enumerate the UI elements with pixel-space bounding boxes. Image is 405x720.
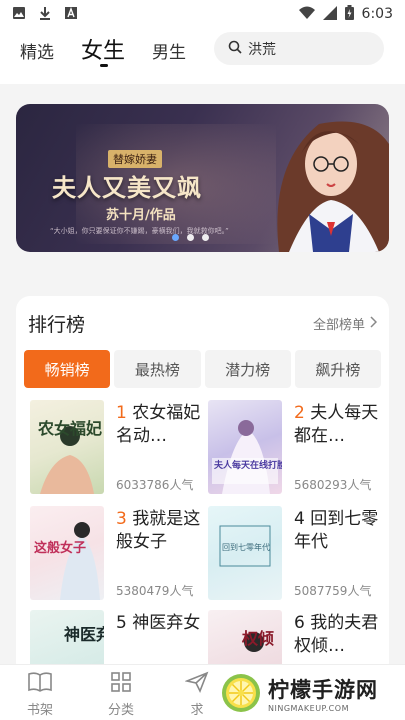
nav-request[interactable]: 求 [172, 671, 222, 718]
ranking-tabs: 畅销榜 最热榜 潜力榜 飙升榜 [24, 350, 381, 388]
cover-title: 权倾 [241, 629, 274, 648]
font-icon [64, 5, 78, 24]
cover-title: 夫人每天在线打脸 [214, 459, 282, 471]
tab-potential[interactable]: 潜力榜 [204, 350, 291, 388]
book-title: 6 我的夫君权倾… [294, 612, 384, 658]
book-title: 1 农女福妃名动… [116, 402, 206, 448]
pagination-dot[interactable] [202, 234, 209, 241]
ranking-title: 排行榜 [28, 314, 86, 336]
banner-title: 夫人又美又飒 [52, 173, 202, 202]
watermark-url: NINGMAKEUP.COM [268, 703, 349, 713]
book-rank: 4 [294, 509, 305, 529]
nav-label: 求 [190, 703, 204, 718]
book-title: 4 回到七零年代 [294, 508, 384, 554]
book-item[interactable]: 回到七零年代 4 回到七零年代 5087759人气 [208, 506, 383, 606]
tab-rising[interactable]: 飙升榜 [294, 350, 381, 388]
book-rank: 3 [116, 509, 127, 529]
book-cover: 农女福妃 [30, 400, 104, 494]
book-popularity: 5380479人气 [116, 584, 194, 598]
book-title-text: 夫人每天都在… [294, 403, 379, 446]
ranking-card: 排行榜 全部榜单 畅销榜 最热榜 潜力榜 飙升榜 农女福妃 1 农女福妃名动… … [16, 296, 389, 676]
book-open-icon [27, 671, 53, 697]
tab-nansheng[interactable]: 男生 [152, 38, 186, 63]
status-bar: 6:03 [0, 0, 405, 28]
tab-jingxuan[interactable]: 精选 [20, 38, 54, 63]
book-rank: 1 [116, 403, 127, 423]
image-icon [12, 5, 26, 24]
book-cover: 夫人每天在线打脸 [208, 400, 282, 494]
pagination-dot[interactable] [187, 234, 194, 241]
banner-tag: 替嫁娇妻 [108, 150, 162, 168]
active-tab-indicator [100, 64, 108, 67]
pagination-dot[interactable] [172, 234, 179, 241]
all-rankings-label: 全部榜单 [312, 318, 365, 333]
chevron-right-icon [369, 315, 378, 332]
book-title: 2 夫人每天都在… [294, 402, 384, 448]
book-title: 3 我就是这般女子 [116, 508, 206, 554]
download-icon [38, 5, 52, 24]
book-title: 5 神医弃女 [116, 612, 206, 635]
banner-pagination [172, 234, 209, 241]
signal-icon [322, 5, 337, 24]
book-rank: 2 [294, 403, 305, 423]
book-rank: 6 [294, 613, 305, 633]
banner-author: 苏十月/作品 [106, 208, 176, 223]
search-icon [228, 39, 242, 58]
book-title-text: 回到七零年代 [294, 509, 379, 552]
tab-hottest[interactable]: 最热榜 [114, 350, 201, 388]
search-input[interactable]: 洪荒 [248, 39, 276, 59]
book-title-text: 农女福妃名动… [116, 403, 201, 446]
cover-title: 回到七零年代 [222, 542, 270, 552]
book-popularity: 6033786人气 [116, 478, 194, 492]
cover-title: 这般女子 [34, 540, 86, 556]
tab-nvsheng[interactable]: 女生 [81, 33, 125, 65]
book-title-text: 神医弃女 [132, 613, 201, 633]
book-item[interactable]: 农女福妃 1 农女福妃名动… 6033786人气 [30, 400, 205, 500]
tab-bestseller[interactable]: 畅销榜 [24, 350, 111, 388]
book-item[interactable]: 这般女子 3 我就是这般女子 5380479人气 [30, 506, 205, 606]
grid-icon [110, 671, 132, 697]
clock: 6:03 [361, 6, 393, 22]
book-popularity: 5680293人气 [294, 478, 372, 492]
watermark-title: 柠檬手游网 [268, 677, 378, 702]
book-title-text: 我就是这般女子 [116, 509, 201, 552]
book-popularity: 5087759人气 [294, 584, 372, 598]
nav-label: 书架 [26, 703, 53, 718]
book-rank: 5 [116, 613, 127, 633]
wifi-icon [298, 5, 315, 24]
lemon-logo-icon [222, 674, 260, 712]
banner-illustration [277, 121, 389, 252]
nav-category[interactable]: 分类 [96, 671, 146, 718]
battery-icon [344, 4, 354, 24]
book-cover: 这般女子 [30, 506, 104, 600]
nav-label: 分类 [107, 703, 134, 718]
nav-bookshelf[interactable]: 书架 [15, 671, 65, 718]
book-title-text: 我的夫君权倾… [294, 613, 379, 656]
top-nav: 精选 女生 男生 洪荒 [0, 28, 405, 84]
search-box[interactable]: 洪荒 [214, 32, 384, 65]
cover-title: 农女福妃 [37, 419, 102, 438]
all-rankings-link[interactable]: 全部榜单 [312, 314, 378, 333]
site-watermark: 柠檬手游网 NINGMAKEUP.COM [218, 668, 403, 718]
book-item[interactable]: 夫人每天在线打脸 2 夫人每天都在… 5680293人气 [208, 400, 383, 500]
send-icon [184, 671, 209, 697]
promo-banner[interactable]: 替嫁娇妻 夫人又美又飒 苏十月/作品 “大小姐，你只要保证你不嫌踢，豪横我们，我… [16, 104, 389, 252]
book-cover: 回到七零年代 [208, 506, 282, 600]
cover-title: 神医弃女 [64, 625, 104, 644]
